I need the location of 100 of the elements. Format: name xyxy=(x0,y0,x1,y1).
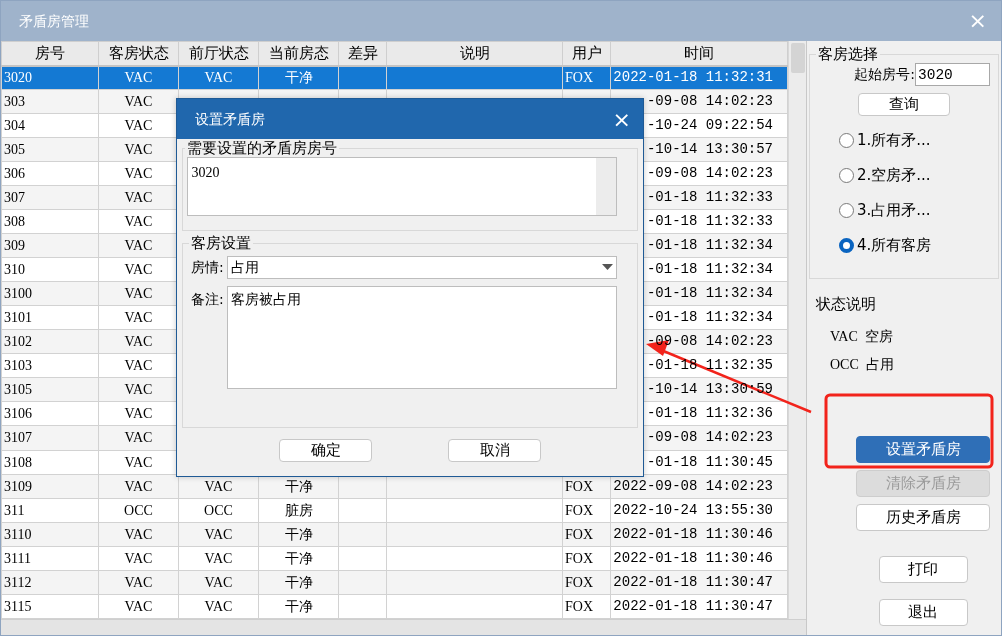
dialog-button[interactable]: 确定 xyxy=(279,438,372,462)
radio-icon[interactable] xyxy=(839,133,854,148)
table-cell: VAC xyxy=(204,550,233,566)
table-row[interactable]: 3020 VAC VAC 干净 FOX 2022-01-18 11:32:31 xyxy=(1,65,788,90)
column-header[interactable]: 时间 xyxy=(610,41,788,66)
table-cell: -01-18 11:32:35 xyxy=(646,357,773,374)
table-cell: 3103 xyxy=(4,358,32,374)
table-cell: VAC xyxy=(124,478,153,494)
table-cell: -01-18 11:32:34 xyxy=(646,309,773,326)
table-cell: 3106 xyxy=(4,406,32,422)
table-cell: -01-18 11:32:33 xyxy=(646,213,773,230)
group-title: 需要设置的矛盾房房号 xyxy=(186,139,338,157)
group-title: 客房选择 xyxy=(817,45,879,63)
table-cell: 干净 xyxy=(284,597,313,614)
column-header[interactable]: 用户 xyxy=(562,41,611,66)
table-row[interactable]: 311 OCC OCC 脏房 FOX 2022-10-24 13:55:30 xyxy=(1,498,788,523)
column-header[interactable]: 房号 xyxy=(1,41,99,66)
column-header[interactable]: 差异 xyxy=(338,41,387,66)
table-cell: VAC xyxy=(124,358,153,374)
action-button[interactable]: 历史矛盾房 xyxy=(856,503,990,531)
status-meaning: 空房 xyxy=(864,327,893,346)
table-cell: 脏房 xyxy=(284,501,313,518)
table-cell: VAC xyxy=(124,166,153,182)
table-cell: -09-08 14:02:23 xyxy=(646,429,773,446)
table-cell: OCC xyxy=(124,502,153,518)
column-header[interactable]: 当前房态 xyxy=(258,41,339,66)
action-button[interactable]: 设置矛盾房 xyxy=(856,435,990,463)
start-room-field[interactable]: 3020 xyxy=(915,63,990,86)
footer-button[interactable]: 退出 xyxy=(878,598,968,626)
radio-icon[interactable] xyxy=(839,203,854,218)
table-cell: VAC xyxy=(124,70,153,86)
status-meaning: 占用 xyxy=(865,355,894,374)
table-cell: 2022-01-18 11:30:47 xyxy=(613,573,773,590)
table-cell: 3101 xyxy=(4,310,32,326)
table-cell: VAC xyxy=(124,262,153,278)
table-row[interactable]: 3111 VAC VAC 干净 FOX 2022-01-18 11:30:46 xyxy=(1,546,788,571)
table-cell: 305 xyxy=(4,142,25,158)
table-cell: 2022-10-24 13:55:30 xyxy=(613,501,773,518)
table-cell: -01-18 11:32:36 xyxy=(646,405,773,422)
table-cell: 309 xyxy=(4,238,25,254)
caret-icon[interactable] xyxy=(602,264,613,270)
scrollbar-thumb[interactable] xyxy=(790,43,805,73)
table-cell: VAC xyxy=(124,214,153,230)
table-cell: -01-18 11:32:34 xyxy=(646,285,773,302)
table-cell: 307 xyxy=(4,190,25,206)
table-cell: FOX xyxy=(565,598,593,614)
horizontal-scrollbar[interactable] xyxy=(1,619,806,635)
table-cell: VAC xyxy=(204,478,233,494)
vertical-scrollbar[interactable] xyxy=(788,41,806,619)
table-cell: VAC xyxy=(124,334,153,350)
table-cell: VAC xyxy=(124,454,153,470)
note-field[interactable]: 客房被占用 xyxy=(227,285,617,389)
table-cell: VAC xyxy=(124,598,153,614)
dialog-button[interactable]: 取消 xyxy=(448,438,541,462)
table-cell: 3115 xyxy=(4,598,32,614)
table-row[interactable]: 3109 VAC VAC 干净 FOX 2022-09-08 14:02:23 xyxy=(1,474,788,499)
table-row[interactable]: 3112 VAC VAC 干净 FOX 2022-01-18 11:30:47 xyxy=(1,570,788,595)
column-header[interactable]: 前厅状态 xyxy=(178,41,259,66)
table-cell: -01-18 11:30:45 xyxy=(646,453,773,470)
field-label: 起始房号: xyxy=(854,65,915,84)
scrollbar[interactable] xyxy=(596,158,616,215)
table-cell: VAC xyxy=(124,286,153,302)
table-cell: VAC xyxy=(124,430,153,446)
table-cell: 308 xyxy=(4,214,25,230)
dropdown-value: 占用 xyxy=(231,257,260,277)
table-cell: 3112 xyxy=(4,574,32,590)
field-value: 客房被占用 xyxy=(231,290,302,307)
radio-icon[interactable] xyxy=(839,168,854,183)
column-header[interactable]: 说明 xyxy=(386,41,563,66)
radio-option[interactable]: 1.所有矛... xyxy=(839,123,990,158)
table-cell: VAC xyxy=(124,310,153,326)
table-cell: VAC xyxy=(124,526,153,542)
radio-icon[interactable] xyxy=(839,238,854,253)
condition-dropdown[interactable]: 占用 xyxy=(227,255,617,279)
table-cell: 干净 xyxy=(284,573,313,590)
field-label: 房情: xyxy=(191,257,224,277)
column-header[interactable]: 客房状态 xyxy=(98,41,179,66)
table-row[interactable]: 3110 VAC VAC 干净 FOX 2022-01-18 11:30:46 xyxy=(1,522,788,547)
query-button[interactable]: 查询 xyxy=(858,93,950,116)
table-cell: -09-08 14:02:23 xyxy=(646,93,773,110)
table-cell: VAC xyxy=(124,190,153,206)
radio-option[interactable]: 3.占用矛... xyxy=(839,193,990,228)
table-cell: VAC xyxy=(204,526,233,542)
table-cell: 3111 xyxy=(4,550,31,566)
table-cell: 3110 xyxy=(4,526,32,542)
table-cell: VAC xyxy=(204,70,233,86)
radio-option[interactable]: 4.所有客房 xyxy=(839,228,990,263)
footer-button[interactable]: 打印 xyxy=(878,555,968,583)
status-code: OCC xyxy=(830,356,859,374)
table-cell: VAC xyxy=(124,142,153,158)
table-cell: 3109 xyxy=(4,478,32,494)
table-row[interactable]: 3115 VAC VAC 干净 FOX 2022-01-18 11:30:47 xyxy=(1,594,788,619)
table-cell: OCC xyxy=(204,502,233,518)
table-cell: -01-18 11:32:33 xyxy=(646,189,773,206)
room-number-field[interactable]: 3020 xyxy=(187,157,617,216)
table-cell: FOX xyxy=(565,550,593,566)
window-title: 矛盾房管理 xyxy=(19,11,89,31)
table-cell: VAC xyxy=(124,238,153,254)
radio-option[interactable]: 2.空房矛... xyxy=(839,158,990,193)
table-cell: FOX xyxy=(565,478,593,494)
